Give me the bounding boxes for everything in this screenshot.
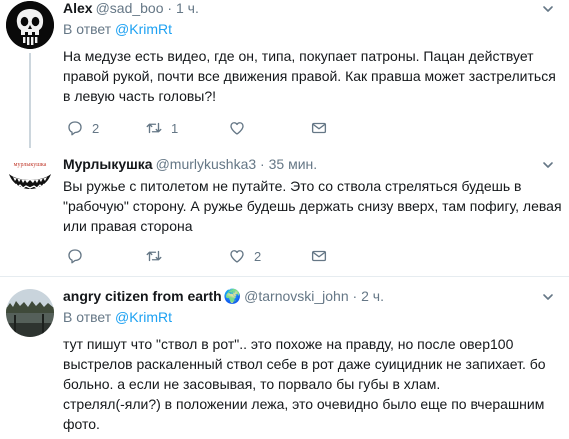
- display-name[interactable]: angry citizen from earth: [63, 288, 222, 304]
- reply-button[interactable]: [66, 246, 84, 266]
- reply-button[interactable]: 2: [66, 118, 99, 138]
- like-button[interactable]: [228, 118, 246, 138]
- tweet-header: Alex @sad_boo · 1 ч.: [63, 0, 199, 17]
- timestamp[interactable]: 35 мин.: [269, 156, 318, 172]
- landscape-photo-icon: [6, 289, 54, 337]
- tweet-text-line: Вы ружье с питолетом не путайте. Это со …: [63, 178, 522, 194]
- retweet-button[interactable]: 1: [145, 118, 178, 138]
- reply-icon: [68, 121, 82, 136]
- retweet-icon: [146, 250, 162, 262]
- chevron-down-icon[interactable]: [541, 2, 555, 16]
- timestamp[interactable]: 2 ч.: [361, 288, 384, 304]
- thread-connector: [29, 53, 31, 148]
- mention-link[interactable]: @KrimRt: [115, 21, 172, 37]
- skull-icon: [6, 1, 54, 49]
- display-name[interactable]: Мурлыкушка: [63, 156, 153, 172]
- display-name[interactable]: Alex: [63, 0, 93, 16]
- avatar[interactable]: [6, 1, 54, 49]
- tweet[interactable]: мурлыкушка Мурлыкушка @murlykushka3 · 35 …: [0, 148, 569, 270]
- mention-link[interactable]: @KrimRt: [115, 309, 172, 325]
- reply-count: 2: [92, 120, 100, 136]
- tweet-text-line: или правая сторона: [63, 218, 193, 234]
- tweet-text-line: больно. а если не засовывая, то порвало …: [63, 376, 441, 392]
- tweet-actions: 2: [63, 246, 483, 266]
- chevron-down-icon[interactable]: [541, 290, 555, 304]
- username[interactable]: @sad_boo: [96, 0, 164, 16]
- tweet-text-line: "рабочую" сторону. А ружье будешь держат…: [63, 198, 562, 214]
- svg-text:мурлыкушка: мурлыкушка: [14, 162, 47, 168]
- avatar[interactable]: [6, 289, 54, 337]
- tweet-header: angry citizen from earth 🌍 @tarnovski_john…: [63, 287, 384, 305]
- tweet-text: На медузе есть видео, где он, типа, поку…: [63, 46, 556, 106]
- envelope-icon: [311, 250, 327, 262]
- tweet-text-line: На медузе есть видео, где он, типа, поку…: [63, 48, 534, 64]
- tweet-header: Мурлыкушка @murlykushka3 · 35 мин.: [63, 155, 317, 173]
- tweet-text-line: в левую часть головы?!: [63, 88, 217, 104]
- globe-emoji-icon: 🌍: [223, 288, 242, 304]
- direct-message-button[interactable]: [310, 246, 328, 266]
- like-button[interactable]: 2: [228, 246, 261, 266]
- replying-to: В ответ @KrimRt: [63, 20, 172, 38]
- tweet-text-line: тут пишут что "ствол в рот".. это похоже…: [63, 336, 514, 352]
- username[interactable]: @murlykushka3: [156, 156, 257, 172]
- chevron-down-icon[interactable]: [541, 158, 555, 172]
- tweet-text: тут пишут что "ствол в рот".. это похоже…: [63, 334, 553, 434]
- separator: ·: [352, 288, 358, 304]
- direct-message-button[interactable]: [310, 118, 328, 138]
- avatar[interactable]: мурлыкушка: [6, 152, 54, 200]
- tweet-text: Вы ружье с питолетом не путайте. Это со …: [63, 176, 562, 236]
- tweet-text-line: фото.: [63, 416, 100, 432]
- tweet-text-line: выстрелов раскаленный ствол себе в рот д…: [63, 356, 546, 372]
- tweet[interactable]: Alex @sad_boo · 1 ч. В ответ @KrimRt На м…: [0, 0, 569, 148]
- separator: ·: [260, 156, 265, 172]
- username[interactable]: @tarnovski_john: [244, 288, 349, 304]
- reply-icon: [68, 249, 82, 264]
- envelope-icon: [311, 122, 327, 134]
- timestamp[interactable]: 1 ч.: [176, 0, 199, 16]
- retweet-count: 1: [171, 120, 179, 136]
- tweet-text-line: стрелял(-яли?) в положении лежа, это оче…: [63, 396, 545, 412]
- replying-prefix: В ответ: [63, 21, 112, 37]
- replying-to: В ответ @KrimRt: [63, 308, 172, 326]
- retweet-icon: [146, 122, 162, 134]
- retweet-button[interactable]: [145, 246, 163, 266]
- heart-icon: [230, 122, 244, 135]
- tweet-actions: 2 1: [63, 118, 483, 138]
- tweet-text-line: правой рукой, почти все движения правой.…: [63, 68, 556, 84]
- cheshire-smile-icon: мурлыкушка: [6, 152, 54, 200]
- separator: ·: [167, 0, 173, 16]
- tweet[interactable]: angry citizen from earth 🌍 @tarnovski_john…: [0, 277, 569, 439]
- replying-prefix: В ответ: [63, 309, 112, 325]
- heart-icon: [230, 250, 244, 263]
- like-count: 2: [254, 248, 262, 264]
